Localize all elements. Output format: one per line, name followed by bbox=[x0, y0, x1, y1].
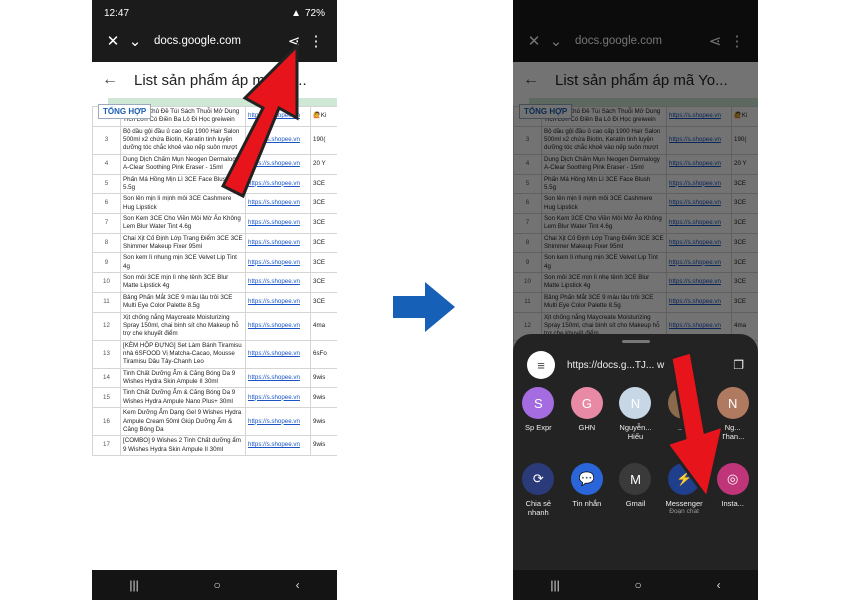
back-nav-icon[interactable]: ‹ bbox=[296, 578, 300, 592]
row-number: 16 bbox=[92, 407, 121, 437]
share.apps-item[interactable]: ⟳ Chia sẻ nhanh bbox=[519, 463, 558, 517]
product-link[interactable]: https://s.shopee.vn bbox=[245, 407, 311, 437]
table-row: 16Kem Dưỡng Ẩm Dạng Gel 9 Wishes Hydra A… bbox=[92, 407, 337, 437]
table-row: 15Tinh Chất Dưỡng Ẩm & Căng Bóng Da 9 Wi… bbox=[92, 387, 337, 409]
table-row: 12Xịt chống nắng Maycreate Moisturizing … bbox=[92, 311, 337, 341]
recents-icon[interactable]: ||| bbox=[129, 578, 138, 592]
product-link[interactable]: https://s.shopee.vn bbox=[245, 232, 311, 254]
contact-icon: G bbox=[570, 387, 603, 419]
table-row: 17[COMBO] 9 Wishes 2 Tinh Chất dưỡng ẩm … bbox=[92, 435, 337, 456]
product-extra: 3CE bbox=[310, 232, 337, 254]
chevron-down-icon[interactable]: ⌄ bbox=[124, 32, 146, 50]
product-extra: 9wis bbox=[310, 435, 337, 456]
share.apps-label: Gmail bbox=[625, 499, 646, 508]
red-arrow-to-share bbox=[220, 42, 299, 199]
contact-icon: S bbox=[522, 387, 555, 419]
share.contacts-item[interactable]: S Sp Expr bbox=[519, 387, 558, 441]
product-name: Son Kem 3CE Cho Viền Môi Mờ Ảo Không Lem… bbox=[120, 212, 246, 234]
sheet-tab[interactable]: TỔNG HỢP bbox=[98, 104, 152, 119]
row-number: 5 bbox=[92, 173, 121, 195]
product-extra: 4ma bbox=[310, 311, 337, 341]
row-number: 11 bbox=[92, 291, 121, 313]
phone-screen-after: ✕ ⌄ docs.google.com ⋖ ⋮ ← List sản phẩm … bbox=[513, 0, 758, 600]
table-row: 8Chai Xịt Cố Định Lớp Trang Điểm 3CE 3CE… bbox=[92, 232, 337, 254]
share.contacts-label: Sp Expr bbox=[524, 423, 552, 432]
product-link[interactable]: https://s.shopee.vn bbox=[245, 272, 311, 293]
app-icon: 💬 bbox=[570, 463, 603, 495]
product-link[interactable]: https://s.shopee.vn bbox=[245, 387, 311, 409]
product-link[interactable]: https://s.shopee.vn bbox=[245, 339, 311, 369]
close-icon[interactable]: ✕ bbox=[102, 32, 124, 50]
product-name: [COMBO] 9 Wishes 2 Tinh Chất dưỡng ẩm 9 … bbox=[120, 435, 246, 456]
status-time: 12:47 bbox=[104, 7, 130, 19]
product-name: Chai Xịt Cố Định Lớp Trang Điểm 3CE 3CE … bbox=[120, 232, 246, 254]
table-row: 9Son kem lì nhung mịn 3CE Velvet Lip Tin… bbox=[92, 252, 337, 274]
document-icon: ≡ bbox=[527, 351, 555, 379]
app-icon: ⟳ bbox=[522, 463, 555, 495]
product-extra: 3CE bbox=[310, 252, 337, 274]
product-name: Kem Dưỡng Ẩm Dạng Gel 9 Wishes Hydra Amp… bbox=[120, 407, 246, 437]
product-name: Son kem lì nhung mịn 3CE Velvet Lip Tint… bbox=[120, 252, 246, 274]
product-extra: 9wis bbox=[310, 367, 337, 389]
product-name: Son môi 3CE mịn lì nhẹ tênh 3CE Blur Mat… bbox=[120, 272, 246, 293]
recents-icon[interactable]: ||| bbox=[550, 578, 559, 592]
product-name: Tinh Chất Dưỡng Ẩm & Căng Bóng Da 9 Wish… bbox=[120, 387, 246, 409]
product-link[interactable]: https://s.shopee.vn bbox=[245, 212, 311, 234]
row-number: 4 bbox=[92, 153, 121, 175]
table-row: 10Son môi 3CE mịn lì nhẹ tênh 3CE Blur M… bbox=[92, 272, 337, 293]
product-extra: 9wis bbox=[310, 407, 337, 437]
android-nav-bar: ||| ○ ‹ bbox=[92, 570, 337, 600]
row-number: 13 bbox=[92, 339, 121, 369]
product-link[interactable]: https://s.shopee.vn bbox=[245, 291, 311, 313]
battery-level: 72% bbox=[304, 7, 325, 19]
row-number: 9 bbox=[92, 252, 121, 274]
row-number: 8 bbox=[92, 232, 121, 254]
status-bar: 12:47 ▲ 72% bbox=[92, 0, 337, 26]
android-nav-bar: ||| ○ ‹ bbox=[513, 570, 758, 600]
table-row: 11Bảng Phấn Mắt 3CE 9 màu lâu trôi 3CE M… bbox=[92, 291, 337, 313]
row-number: 17 bbox=[92, 435, 121, 456]
row-number: 7 bbox=[92, 212, 121, 234]
home-icon[interactable]: ○ bbox=[635, 578, 642, 592]
product-extra: 3CE bbox=[310, 291, 337, 313]
transition-arrow-icon bbox=[393, 282, 455, 332]
product-link[interactable]: https://s.shopee.vn bbox=[245, 252, 311, 274]
product-extra: 3CE bbox=[310, 212, 337, 234]
share.contacts-label: GHN bbox=[578, 423, 596, 432]
share.apps-label: Tin nhắn bbox=[572, 499, 602, 508]
row-number: 15 bbox=[92, 387, 121, 409]
row-number: 12 bbox=[92, 311, 121, 341]
back-nav-icon[interactable]: ‹ bbox=[717, 578, 721, 592]
table-row: 14Tinh Chất Dưỡng Ẩm & Căng Bóng Da 9 Wi… bbox=[92, 367, 337, 389]
row-number: 10 bbox=[92, 272, 121, 293]
row-number: 3 bbox=[92, 125, 121, 155]
home-icon[interactable]: ○ bbox=[214, 578, 221, 592]
product-name: Tinh Chất Dưỡng Ẩm & Căng Bóng Da 9 Wish… bbox=[120, 367, 246, 389]
share.apps-sublabel: Đoạn chat bbox=[669, 508, 699, 515]
red-arrow-to-messenger bbox=[664, 352, 726, 502]
product-link[interactable]: https://s.shopee.vn bbox=[245, 367, 311, 389]
row-number: 14 bbox=[92, 367, 121, 389]
product-link[interactable]: https://s.shopee.vn bbox=[245, 311, 311, 341]
share.apps-label: Chia sẻ nhanh bbox=[525, 499, 552, 517]
table-row: 7Son Kem 3CE Cho Viền Môi Mờ Ảo Không Le… bbox=[92, 212, 337, 234]
row-number: 6 bbox=[92, 193, 121, 214]
product-extra: 3CE bbox=[310, 272, 337, 293]
product-extra: 9wis bbox=[310, 387, 337, 409]
share.contacts-item[interactable]: G GHN bbox=[568, 387, 607, 441]
back-arrow-icon[interactable]: ← bbox=[102, 71, 118, 89]
product-extra: 6sFo bbox=[310, 339, 337, 369]
product-name: [KÈM HỘP ĐỰNG] Set Làm Bánh Tiramisu nhà… bbox=[120, 339, 246, 369]
product-name: Xịt chống nắng Maycreate Moisturizing Sp… bbox=[120, 311, 246, 341]
table-row: 13[KÈM HỘP ĐỰNG] Set Làm Bánh Tiramisu n… bbox=[92, 339, 337, 369]
product-name: Bảng Phấn Mắt 3CE 9 màu lâu trôi 3CE Mul… bbox=[120, 291, 246, 313]
product-link[interactable]: https://s.shopee.vn bbox=[245, 435, 311, 456]
share.apps-item[interactable]: 💬 Tin nhắn bbox=[568, 463, 607, 517]
signal-icon: ▲ bbox=[291, 7, 301, 19]
